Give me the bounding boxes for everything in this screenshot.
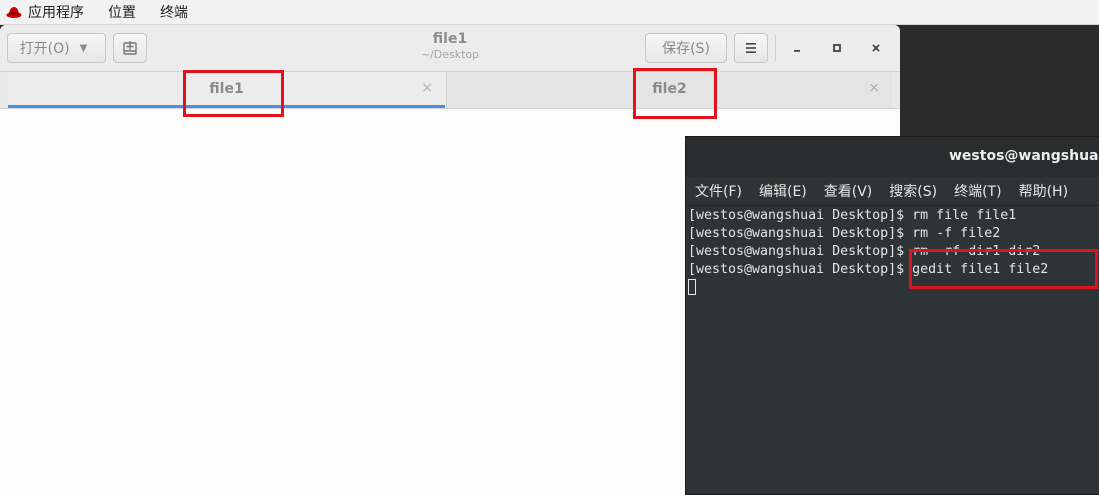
top-panel: 应用程序 位置 终端 [0, 0, 1099, 25]
close-window-button[interactable] [864, 36, 888, 60]
save-button[interactable]: 保存(S) [645, 33, 727, 63]
menu-help[interactable]: 帮助(H) [1019, 181, 1068, 201]
new-document-button[interactable] [113, 33, 147, 63]
maximize-button[interactable] [825, 36, 849, 60]
hamburger-menu-button[interactable] [734, 33, 768, 63]
highlight-box-file1-tab [183, 70, 284, 117]
menu-view[interactable]: 查看(V) [824, 181, 873, 201]
terminal-menubar: 文件(F) 编辑(E) 查看(V) 搜索(S) 终端(T) 帮助(H) [686, 177, 1099, 206]
terminal-line: [westos@wangshuai Desktop]$ rm file file… [688, 208, 1017, 223]
applications-menu[interactable]: 应用程序 [28, 2, 84, 22]
gedit-headerbar: 打开(O) ▼ file1 ~/Desktop 保存(S) [0, 25, 900, 72]
open-button[interactable]: 打开(O) ▼ [7, 33, 106, 63]
terminal-titlebar: westos@wangshuai:~/ [686, 137, 1099, 177]
menu-search[interactable]: 搜索(S) [889, 181, 937, 201]
terminal-title: westos@wangshuai:~/ [949, 148, 1099, 164]
terminal-app-menu[interactable]: 终端 [160, 2, 188, 22]
hamburger-icon [746, 43, 756, 53]
window-title: file1 [432, 31, 468, 47]
window-title-area: file1 ~/Desktop [340, 31, 560, 61]
headerbar-separator [775, 35, 776, 61]
terminal-line: [westos@wangshuai Desktop]$ rm -f file2 [688, 226, 1001, 241]
new-tab-icon [123, 41, 137, 55]
maximize-icon [833, 44, 841, 52]
chevron-down-icon: ▼ [79, 42, 88, 54]
text-cursor [688, 279, 696, 295]
terminal-window: westos@wangshuai:~/ 文件(F) 编辑(E) 查看(V) 搜索… [685, 136, 1099, 495]
places-menu[interactable]: 位置 [108, 2, 136, 22]
highlight-box-file2-tab [633, 68, 717, 119]
minimize-button[interactable] [785, 36, 809, 60]
window-subtitle: ~/Desktop [420, 48, 480, 61]
highlight-box-gedit-command [909, 249, 1098, 289]
menu-file[interactable]: 文件(F) [695, 181, 742, 201]
tab-close-icon[interactable]: × [421, 80, 433, 96]
minimize-icon [794, 50, 800, 52]
tab-bar: file1 × file2 × [0, 72, 900, 109]
tab-close-icon[interactable]: × [868, 80, 880, 96]
menu-terminal[interactable]: 终端(T) [954, 181, 1001, 201]
redhat-logo-icon[interactable] [6, 5, 22, 19]
menu-edit[interactable]: 编辑(E) [759, 181, 807, 201]
open-button-label: 打开(O) [19, 41, 70, 57]
close-icon [872, 44, 880, 52]
